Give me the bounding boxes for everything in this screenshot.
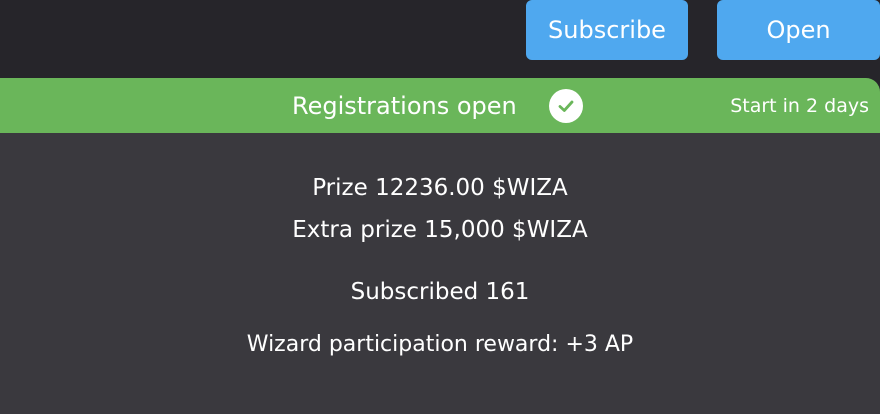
extra-prize-text: Extra prize 15,000 $WIZA — [292, 217, 588, 243]
subscribe-button[interactable]: Subscribe — [526, 0, 688, 60]
check-circle-icon — [549, 89, 583, 123]
subscribed-count: Subscribed 161 — [350, 279, 530, 305]
status-banner: Registrations open Start in 2 days — [0, 78, 880, 133]
prize-text: Prize 12236.00 $WIZA — [312, 175, 568, 201]
open-button[interactable]: Open — [717, 0, 880, 60]
tournament-panel: Subscribe Open Registrations open Start … — [0, 0, 880, 414]
tournament-card: Registrations open Start in 2 days Prize… — [0, 78, 880, 414]
registrations-status: Registrations open — [292, 91, 517, 120]
participation-reward: Wizard participation reward: +3 AP — [246, 332, 634, 357]
start-countdown: Start in 2 days — [730, 94, 869, 117]
